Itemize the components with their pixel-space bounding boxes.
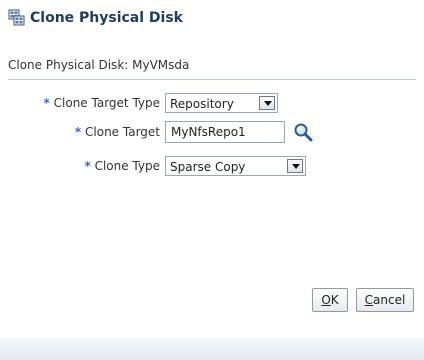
dialog-footer [0,338,424,360]
clone-target-type-value: Repository [170,97,234,111]
ok-label-rest: K [330,293,339,307]
chevron-down-icon[interactable] [259,96,275,110]
disk-name-label: Clone Physical Disk: MyVMsda [8,58,190,72]
clone-type-label: * Clone Type [70,158,160,174]
cancel-button[interactable]: Cancel [356,288,414,312]
required-marker: * [43,96,50,110]
clone-target-type-select[interactable]: Repository [165,93,278,113]
dialog-title-bar: Clone Physical Disk [0,0,424,36]
clone-target-type-label-text: Clone Target Type [53,96,160,110]
clone-type-select[interactable]: Sparse Copy [165,156,306,176]
clone-target-label-text: Clone Target [85,125,160,139]
clone-disk-icon [8,9,26,27]
clone-target-input[interactable] [165,121,285,143]
cancel-label-rest: ancel [373,293,406,307]
clone-type-value: Sparse Copy [170,160,246,174]
clone-physical-disk-dialog: Clone Physical Disk Clone Physical Disk:… [0,0,424,360]
dialog-title: Clone Physical Disk [30,10,183,26]
required-marker: * [84,159,91,173]
search-icon[interactable] [292,121,314,143]
clone-target-label: * Clone Target [60,124,160,140]
clone-type-label-text: Clone Type [94,159,160,173]
required-marker: * [74,125,82,139]
header-separator [8,79,416,80]
cancel-mnemonic: C [364,293,374,307]
clone-target-type-label: * Clone Target Type [30,95,160,111]
ok-button[interactable]: OK [312,288,348,312]
ok-mnemonic: O [321,293,331,307]
chevron-down-icon[interactable] [287,159,303,173]
